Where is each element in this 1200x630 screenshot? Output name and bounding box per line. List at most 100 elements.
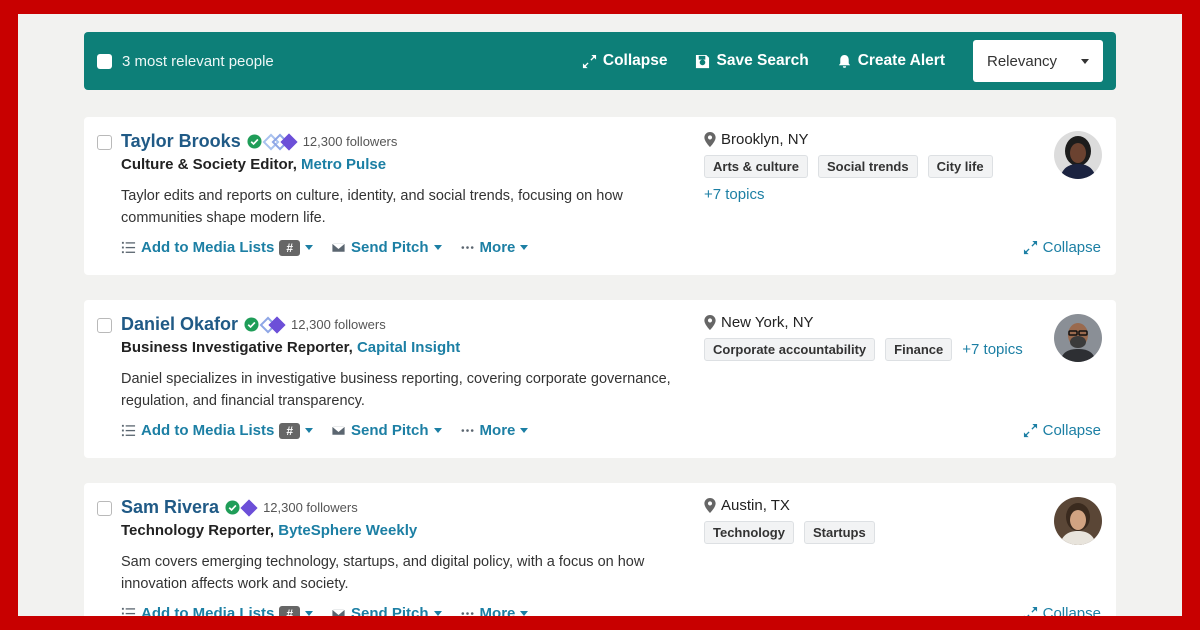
role-title: Culture & Society Editor, bbox=[121, 156, 297, 173]
influence-icon bbox=[240, 499, 258, 516]
verified-icon bbox=[247, 134, 262, 149]
collapse-button[interactable]: Collapse bbox=[1023, 422, 1101, 439]
more-label: More bbox=[479, 422, 516, 439]
person-role: Technology Reporter, ByteSphere Weekly bbox=[121, 522, 417, 539]
list-count-badge: # bbox=[279, 239, 301, 256]
create-alert-label: Create Alert bbox=[857, 52, 945, 69]
topic-list: Technology Startups bbox=[704, 521, 1044, 544]
chevron-down-icon bbox=[305, 428, 314, 433]
chevron-down-icon bbox=[520, 245, 529, 250]
send-pitch-button[interactable]: Send Pitch bbox=[331, 239, 442, 256]
topic-tag[interactable]: Finance bbox=[885, 338, 953, 361]
add-to-media-lists-button[interactable]: Add to Media Lists # bbox=[121, 422, 314, 439]
collapse-button[interactable]: Collapse bbox=[1023, 605, 1101, 616]
envelope-icon bbox=[331, 608, 346, 616]
more-topics-link[interactable]: +7 topics bbox=[962, 341, 1022, 358]
person-name[interactable]: Daniel Okafor bbox=[121, 314, 238, 335]
outlet-link[interactable]: Metro Pulse bbox=[301, 156, 386, 173]
person-card: Daniel Okafor 12,300 followers Business … bbox=[84, 300, 1116, 458]
send-pitch-button[interactable]: Send Pitch bbox=[331, 605, 442, 616]
send-pitch-label: Send Pitch bbox=[351, 239, 429, 256]
add-to-media-lists-label: Add to Media Lists bbox=[141, 239, 275, 256]
location-text: Austin, TX bbox=[721, 497, 790, 514]
ellipsis-icon bbox=[461, 612, 474, 615]
list-icon bbox=[121, 607, 136, 615]
more-button[interactable]: More bbox=[460, 605, 529, 616]
save-search-label: Save Search bbox=[716, 52, 809, 69]
verified-icon bbox=[244, 317, 259, 332]
person-checkbox[interactable] bbox=[97, 318, 112, 333]
envelope-icon bbox=[331, 425, 346, 436]
outlet-link[interactable]: ByteSphere Weekly bbox=[278, 522, 417, 539]
influence-icon bbox=[259, 316, 286, 333]
add-to-media-lists-button[interactable]: Add to Media Lists # bbox=[121, 605, 314, 616]
collapse-all-button[interactable]: Collapse bbox=[582, 52, 667, 70]
topic-tag[interactable]: Corporate accountability bbox=[704, 338, 876, 361]
more-label: More bbox=[479, 605, 516, 616]
location-text: Brooklyn, NY bbox=[721, 131, 809, 148]
more-button[interactable]: More bbox=[460, 422, 529, 439]
person-card: Taylor Brooks 12,300 followers Culture &… bbox=[84, 117, 1116, 275]
topic-list: Corporate accountability Finance +7 topi… bbox=[704, 338, 1044, 361]
sort-select[interactable]: Relevancy bbox=[973, 40, 1103, 82]
chevron-down-icon bbox=[305, 611, 314, 616]
collapse-icon bbox=[1023, 240, 1037, 255]
results-count: 3 most relevant people bbox=[122, 52, 274, 70]
map-pin-icon bbox=[704, 315, 716, 330]
save-search-button[interactable]: Save Search bbox=[695, 52, 809, 70]
avatar bbox=[1054, 131, 1102, 179]
follower-count: 12,300 followers bbox=[263, 500, 358, 515]
follower-count: 12,300 followers bbox=[302, 134, 398, 149]
person-location: New York, NY bbox=[704, 314, 814, 331]
person-bio: Taylor edits and reports on culture, ide… bbox=[121, 188, 623, 226]
person-location: Austin, TX bbox=[704, 497, 790, 514]
list-count-badge: # bbox=[279, 422, 301, 439]
chevron-down-icon bbox=[433, 245, 442, 250]
topic-tag[interactable]: Arts & culture bbox=[704, 155, 808, 178]
topic-tag[interactable]: Technology bbox=[704, 521, 794, 544]
collapse-icon bbox=[1023, 423, 1037, 438]
collapse-icon bbox=[1023, 606, 1037, 616]
topic-tag[interactable]: Startups bbox=[803, 521, 875, 544]
role-title: Business Investigative Reporter, bbox=[121, 339, 353, 356]
map-pin-icon bbox=[704, 132, 716, 147]
person-name[interactable]: Taylor Brooks bbox=[121, 131, 241, 152]
person-name[interactable]: Sam Rivera bbox=[121, 497, 219, 518]
collapse-label: Collapse bbox=[1042, 422, 1101, 439]
influence-icon bbox=[262, 133, 298, 150]
add-to-media-lists-button[interactable]: Add to Media Lists # bbox=[121, 239, 314, 256]
person-checkbox[interactable] bbox=[97, 501, 112, 516]
sort-select-value: Relevancy bbox=[987, 52, 1058, 70]
topic-list: Arts & culture Social trends City life +… bbox=[704, 155, 1044, 203]
topic-tag[interactable]: City life bbox=[927, 155, 993, 178]
person-card: Sam Rivera 12,300 followers Technology R… bbox=[84, 483, 1116, 616]
topic-tag[interactable]: Social trends bbox=[817, 155, 918, 178]
verified-icon bbox=[225, 500, 240, 515]
avatar bbox=[1054, 314, 1102, 362]
person-checkbox[interactable] bbox=[97, 135, 112, 150]
envelope-icon bbox=[331, 242, 346, 253]
collapse-label: Collapse bbox=[1042, 605, 1101, 616]
results-toolbar: 3 most relevant people Collapse Save Sea… bbox=[84, 32, 1116, 90]
person-location: Brooklyn, NY bbox=[704, 131, 809, 148]
ellipsis-icon bbox=[461, 246, 474, 249]
role-title: Technology Reporter, bbox=[121, 522, 275, 539]
send-pitch-button[interactable]: Send Pitch bbox=[331, 422, 442, 439]
create-alert-button[interactable]: Create Alert bbox=[837, 52, 945, 70]
bell-icon bbox=[838, 54, 850, 68]
chevron-down-icon bbox=[520, 428, 529, 433]
avatar bbox=[1054, 497, 1102, 545]
send-pitch-label: Send Pitch bbox=[351, 422, 429, 439]
list-count-badge: # bbox=[279, 605, 301, 616]
map-pin-icon bbox=[704, 498, 716, 513]
collapse-label: Collapse bbox=[1042, 239, 1101, 256]
chevron-down-icon bbox=[1081, 58, 1089, 64]
ellipsis-icon bbox=[461, 429, 474, 432]
outlet-link[interactable]: Capital Insight bbox=[357, 339, 460, 356]
more-topics-link[interactable]: +7 topics bbox=[704, 186, 1044, 203]
person-bio: Daniel specializes in investigative busi… bbox=[121, 371, 671, 409]
more-button[interactable]: More bbox=[460, 239, 529, 256]
more-label: More bbox=[479, 239, 516, 256]
collapse-button[interactable]: Collapse bbox=[1023, 239, 1101, 256]
select-all-checkbox[interactable] bbox=[97, 53, 112, 69]
